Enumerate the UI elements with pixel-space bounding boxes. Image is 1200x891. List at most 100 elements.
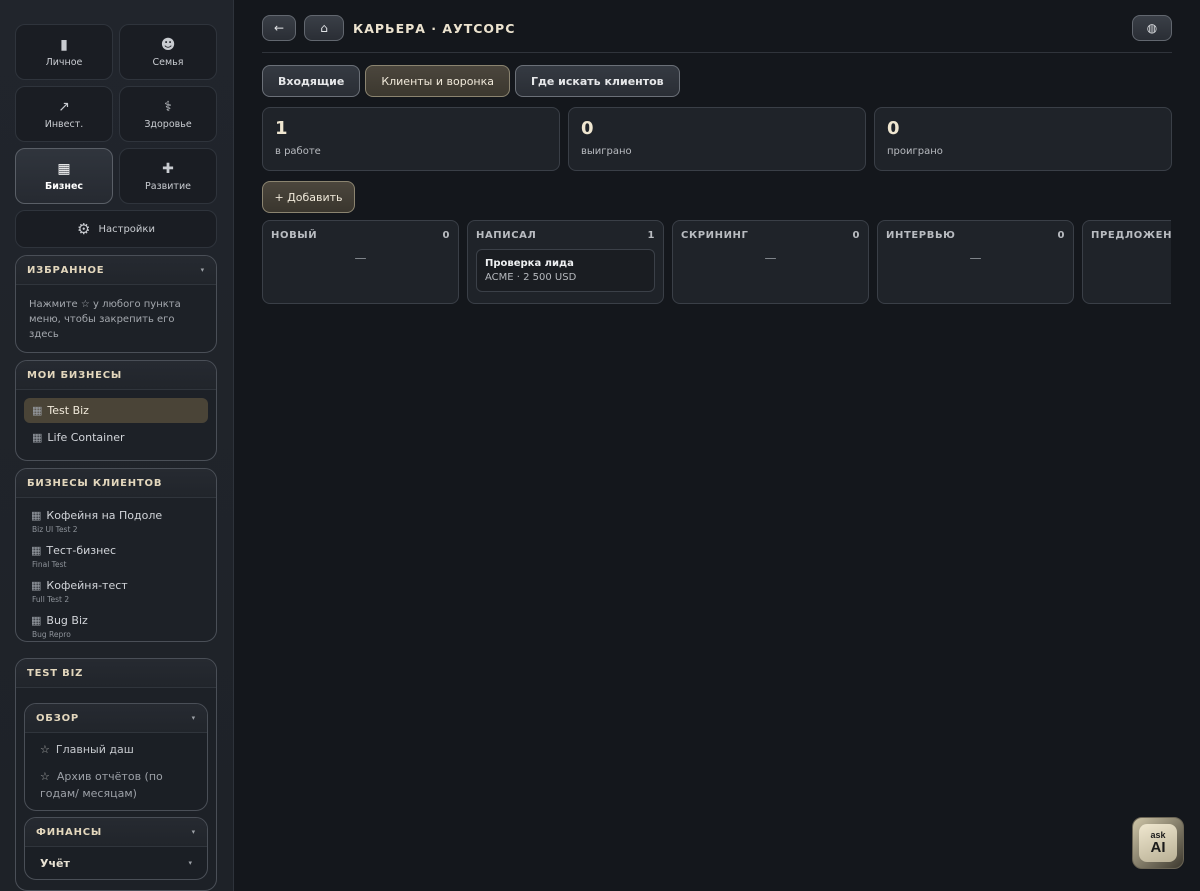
main-content: ← ⌂ КАРЬЕРА · АУТСОРС ◍ Входящие Клиенты… — [234, 0, 1200, 891]
gamepad-icon: ✚ — [162, 160, 174, 177]
finance-header[interactable]: ФИНАНСЫ ▾ — [25, 818, 207, 847]
back-button[interactable]: ← — [262, 15, 296, 41]
column-title: НОВЫЙ — [271, 230, 318, 241]
lead-card-meta: ACME · 2 500 USD — [485, 272, 577, 283]
client-businesses-title: БИЗНЕСЫ КЛИЕНТОВ — [27, 477, 163, 489]
chevron-down-icon: ▾ — [188, 859, 192, 867]
my-businesses-title: МОИ БИЗНЕСЫ — [27, 369, 123, 381]
app: ▮ Личное ☻ Семья ↗ Инвест. ⚕ Здоровье ▦ … — [0, 0, 1200, 891]
favorites-title: ИЗБРАННОЕ — [27, 264, 105, 276]
overview-panel: ОБЗОР ▾ ☆ Главный даш ☆ Архив отчётов (п… — [24, 703, 208, 811]
section-tiles: ▮ Личное ☻ Семья ↗ Инвест. ⚕ Здоровье ▦ … — [15, 24, 217, 248]
building-icon: ▦ — [31, 613, 42, 627]
ask-ai-button[interactable]: ask AI — [1132, 817, 1184, 869]
tile-health[interactable]: ⚕ Здоровье — [119, 86, 217, 142]
business-item-life-container[interactable]: ▦ Life Container — [24, 425, 208, 450]
stat-won: 0 выиграно — [568, 107, 866, 171]
tile-label: Развитие — [145, 180, 191, 192]
tile-label: Личное — [45, 56, 83, 68]
building-icon: ▦ — [57, 160, 71, 177]
my-businesses-header[interactable]: МОИ БИЗНЕСЫ — [16, 361, 216, 390]
column-count: 1 — [647, 230, 655, 241]
arrow-left-icon: ← — [273, 21, 285, 35]
client-businesses-header[interactable]: БИЗНЕСЫ КЛИЕНТОВ — [16, 469, 216, 498]
ask-ai-line2: AI — [1150, 839, 1166, 856]
chart-icon: ↗ — [58, 98, 70, 115]
star-icon[interactable]: ☆ — [40, 770, 50, 783]
tile-personal[interactable]: ▮ Личное — [15, 24, 113, 80]
tile-invest[interactable]: ↗ Инвест. — [15, 86, 113, 142]
gear-icon: ⚙ — [77, 220, 91, 238]
star-icon[interactable]: ☆ — [40, 741, 50, 758]
stat-in-progress: 1 в работе — [262, 107, 560, 171]
sidebar: ▮ Личное ☻ Семья ↗ Инвест. ⚕ Здоровье ▦ … — [0, 0, 234, 891]
client-sublabel: Bug Repro — [32, 630, 71, 639]
accounting-label: Учёт — [40, 856, 70, 870]
column-title: ПРЕДЛОЖЕНИЕ — [1091, 230, 1171, 241]
favorites-header[interactable]: ИЗБРАННОЕ ▾ — [16, 256, 216, 285]
home-icon: ⌂ — [320, 21, 328, 35]
wallet-icon: ▮ — [60, 36, 68, 53]
stat-label: в работе — [275, 146, 321, 157]
column-empty: — — [764, 251, 777, 265]
tile-business[interactable]: ▦ Бизнес — [15, 148, 113, 204]
lead-card[interactable]: Проверка лида ACME · 2 500 USD — [476, 249, 655, 292]
column-title: СКРИНИНГ — [681, 230, 749, 241]
building-icon: ▦ — [32, 431, 43, 444]
current-business-panel: TEST BIZ ОБЗОР ▾ ☆ Главный даш ☆ Архив о… — [15, 658, 217, 891]
funnel-board: НОВЫЙ 0 — НАПИСАЛ 1 Проверка лида ACME · 2… — [262, 220, 1171, 304]
tab-where-to-find-clients[interactable]: Где искать клиентов — [515, 65, 680, 97]
current-business-title: TEST BIZ — [27, 667, 84, 679]
client-label: Кофейня на Подоле — [46, 508, 163, 522]
favorites-hint: Нажмите ☆ у любого пункта меню, чтобы за… — [29, 299, 181, 340]
stats-row: 1 в работе 0 выиграно 0 проиграно — [262, 107, 1172, 171]
nav-link-main-dash[interactable]: ☆ Главный даш — [25, 733, 207, 761]
tile-family[interactable]: ☻ Семья — [119, 24, 217, 80]
accounting-group[interactable]: Учёт ▾ — [25, 847, 207, 879]
board-column-interview: ИНТЕРВЬЮ 0 — — [877, 220, 1074, 304]
nav-link-reports-archive[interactable]: ☆ Архив отчётов (по годам/ месяцам) — [25, 761, 207, 810]
tile-label: Здоровье — [144, 118, 192, 130]
globe-icon: ◍ — [1146, 21, 1158, 35]
tab-clients-funnel[interactable]: Клиенты и воронка — [365, 65, 510, 97]
stat-value: 0 — [581, 118, 594, 139]
finance-panel: ФИНАНСЫ ▾ Учёт ▾ — [24, 817, 208, 880]
chevron-down-icon: ▾ — [200, 266, 205, 274]
client-sublabel: Biz UI Test 2 — [32, 525, 78, 534]
overview-header[interactable]: ОБЗОР ▾ — [25, 704, 207, 733]
client-item[interactable]: ▦ Кофейня на Подоле Biz UI Test 2 — [24, 507, 208, 535]
settings-button[interactable]: ⚙ Настройки — [15, 210, 217, 248]
tabs: Входящие Клиенты и воронка Где искать кл… — [262, 65, 1172, 97]
column-count: 0 — [852, 230, 860, 241]
ask-ai-logo: ask AI — [1139, 824, 1177, 862]
stethoscope-icon: ⚕ — [164, 98, 172, 115]
building-icon: ▦ — [31, 578, 42, 592]
business-item-test-biz[interactable]: ▦ Test Biz — [24, 398, 208, 423]
add-button[interactable]: + Добавить — [262, 181, 355, 213]
client-item[interactable]: ▦ Bug Biz Bug Repro — [24, 612, 208, 640]
stat-label: проиграно — [887, 146, 943, 157]
stat-lost: 0 проиграно — [874, 107, 1172, 171]
stat-label: выиграно — [581, 146, 632, 157]
board-column-offer: ПРЕДЛОЖЕНИЕ — [1082, 220, 1171, 304]
home-button[interactable]: ⌂ — [304, 15, 344, 41]
nav-link-label: Главный даш — [55, 743, 134, 756]
tile-development[interactable]: ✚ Развитие — [119, 148, 217, 204]
tab-inbox[interactable]: Входящие — [262, 65, 361, 97]
chevron-down-icon: ▾ — [191, 828, 196, 836]
business-label: Test Biz — [47, 404, 89, 417]
column-empty: — — [969, 251, 982, 265]
finance-title: ФИНАНСЫ — [36, 826, 103, 838]
stat-value: 0 — [887, 118, 900, 139]
page-title: КАРЬЕРА · АУТСОРС — [353, 20, 516, 36]
family-icon: ☻ — [160, 36, 176, 53]
column-count: 0 — [1057, 230, 1065, 241]
business-label: Life Container — [47, 431, 125, 444]
client-sublabel: Full Test 2 — [32, 595, 70, 604]
client-item[interactable]: ▦ Тест-бизнес Final Test — [24, 542, 208, 570]
language-button[interactable]: ◍ — [1132, 15, 1172, 41]
stat-value: 1 — [275, 118, 288, 139]
client-item[interactable]: ▦ Кофейня-тест Full Test 2 — [24, 577, 208, 605]
client-label: Кофейня-тест — [46, 578, 128, 592]
current-business-header: TEST BIZ — [16, 659, 216, 688]
